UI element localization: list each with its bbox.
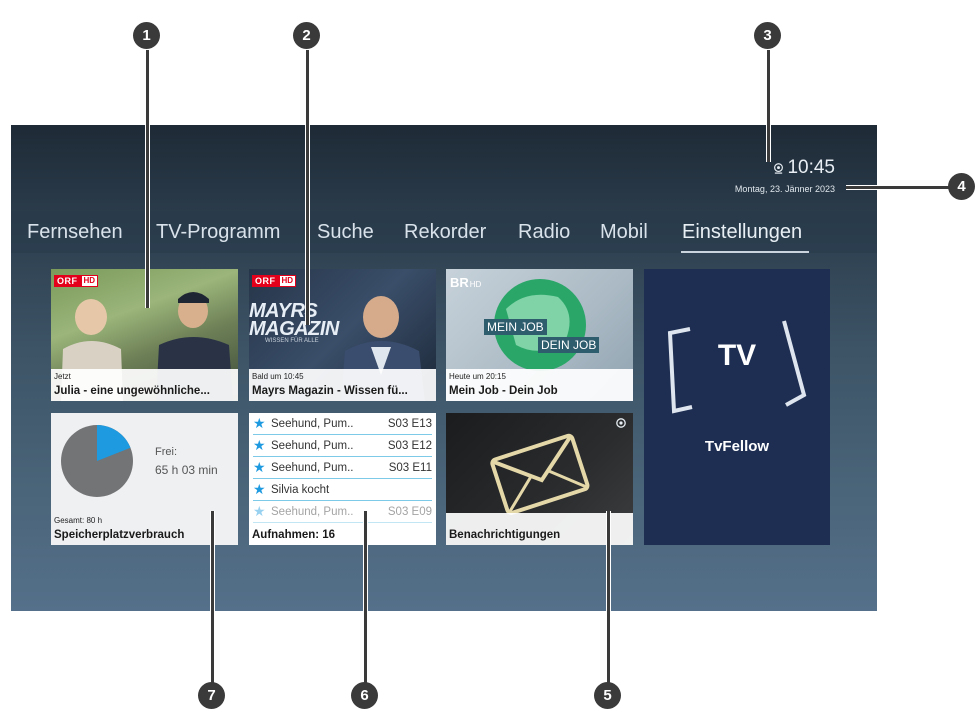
star-icon: ★	[253, 437, 266, 453]
tile-tvfellow[interactable]: TV TvFellow	[644, 269, 830, 545]
callout-line-4	[846, 185, 954, 190]
date-label: Montag, 23. Jänner 2023	[734, 184, 835, 194]
callout-line-1	[145, 50, 150, 308]
callout-line-5	[606, 511, 611, 691]
recording-row[interactable]: ★ Silvia kocht	[253, 479, 432, 501]
nav-mobil[interactable]: Mobil	[600, 221, 648, 244]
meinjob-image-text-1: MEIN JOB	[484, 319, 547, 335]
tile-mayrs-magazin[interactable]: MAYRS MAGAZIN WISSEN FÜR ALLE ORF HD Bal…	[249, 269, 436, 401]
tvfellow-logo-text: TV	[717, 339, 757, 372]
recording-name: Seehund, Pum..	[271, 417, 354, 430]
recording-name: Silvia kocht	[271, 483, 330, 496]
main-nav: Fernsehen TV-Programm Suche Rekorder Rad…	[11, 211, 877, 253]
star-icon: ★	[253, 503, 266, 519]
star-icon: ★	[253, 415, 266, 431]
callout-line-2	[305, 50, 310, 325]
clock-time: 10:45	[787, 157, 835, 178]
tvfellow-title: TvFellow	[704, 438, 770, 455]
channel-hd-badge: HD	[469, 280, 482, 289]
storage-total: Gesamt: 80 h	[54, 516, 103, 525]
tile-status: Jetzt	[54, 372, 71, 381]
channel-name: BR	[450, 275, 469, 290]
recording-row[interactable]: ★ Seehund, Pum.. S03 E09	[253, 501, 432, 523]
tile-title: Aufnahmen: 16	[252, 529, 336, 541]
tv-screen: 10:45 Montag, 23. Jänner 2023 Fernsehen …	[11, 125, 877, 611]
nav-rekorder[interactable]: Rekorder	[404, 221, 486, 244]
recording-episode: S03 E12	[387, 439, 432, 452]
tile-title: Julia - eine ungewöhnliche...	[54, 385, 210, 397]
nav-tv-programm[interactable]: TV-Programm	[156, 221, 280, 244]
recording-episode: S03 E13	[387, 417, 432, 430]
callout-badge-3: 3	[754, 22, 781, 49]
tile-title: Mein Job - Dein Job	[449, 385, 558, 397]
channel-logo: BR HD	[450, 275, 481, 290]
tile-recordings[interactable]: ★ Seehund, Pum.. S03 E13 ★ Seehund, Pum.…	[249, 413, 436, 545]
callout-badge-1: 1	[133, 22, 160, 49]
recording-episode: S03 E09	[387, 505, 432, 518]
callout-badge-6: 6	[351, 682, 378, 709]
channel-logo: ORF HD	[54, 275, 99, 287]
callout-badge-7: 7	[198, 682, 225, 709]
channel-name: ORF	[54, 275, 81, 287]
nav-suche[interactable]: Suche	[317, 221, 374, 244]
nav-einstellungen[interactable]: Einstellungen	[682, 221, 802, 244]
nav-active-underline	[681, 251, 809, 253]
recording-episode: S03 E11	[388, 461, 432, 474]
callout-badge-4: 4	[948, 173, 975, 200]
recording-name: Seehund, Pum..	[271, 461, 354, 474]
tvfellow-logo-icon	[667, 320, 807, 414]
tile-title: Mayrs Magazin - Wissen fü...	[252, 385, 408, 397]
callout-badge-5: 5	[594, 682, 621, 709]
callout-line-3	[766, 50, 771, 162]
callout-line-6	[363, 511, 368, 691]
recording-row[interactable]: ★ Seehund, Pum.. S03 E11	[253, 457, 432, 479]
recording-row[interactable]: ★ Seehund, Pum.. S03 E13	[253, 413, 432, 435]
tile-title: Benachrichtigungen	[449, 529, 561, 541]
recording-row[interactable]: ★ Seehund, Pum.. S03 E12	[253, 435, 432, 457]
tile-notifications[interactable]: Benachrichtigungen	[446, 413, 633, 545]
recording-name: Seehund, Pum..	[271, 505, 354, 518]
storage-pie-chart	[61, 425, 133, 497]
recording-icon	[774, 162, 784, 174]
tile-mein-job[interactable]: MEIN JOB DEIN JOB BR HD Heute um 20:15 M…	[446, 269, 633, 401]
nav-radio[interactable]: Radio	[518, 221, 570, 244]
mayrs-image-title: MAYRS MAGAZIN WISSEN FÜR ALLE	[249, 300, 339, 344]
channel-hd-badge: HD	[80, 275, 99, 287]
recording-name: Seehund, Pum..	[271, 439, 354, 452]
meinjob-image-text-2: DEIN JOB	[538, 337, 600, 353]
recording-icon	[616, 418, 626, 428]
channel-name: ORF	[252, 275, 279, 287]
star-icon: ★	[253, 459, 266, 475]
clock: 10:45	[773, 157, 835, 179]
storage-free-label: Frei:	[155, 446, 177, 458]
tile-status: Heute um 20:15	[449, 372, 506, 381]
channel-hd-badge: HD	[278, 275, 297, 287]
callout-line-7	[210, 511, 215, 691]
tile-status: Bald um 10:45	[252, 372, 304, 381]
star-icon: ★	[253, 481, 266, 497]
callout-badge-2: 2	[293, 22, 320, 49]
storage-free-value: 65 h 03 min	[155, 463, 218, 477]
tile-title: Speicherplatzverbrauch	[54, 529, 185, 541]
mayrs-image-text: MAYRS MAGAZIN	[249, 300, 339, 340]
nav-fernsehen[interactable]: Fernsehen	[27, 221, 123, 244]
channel-logo: ORF HD	[252, 275, 297, 287]
